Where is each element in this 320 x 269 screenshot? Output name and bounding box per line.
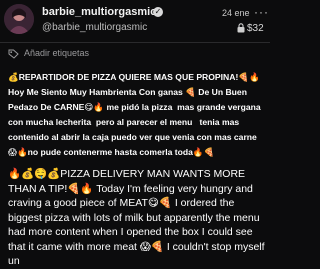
verified-badge-icon: ✓ <box>153 7 163 17</box>
lock-icon <box>237 23 245 33</box>
post-caption-english: 🔥💰🤤💰PIZZA DELIVERY MAN WANTS MORE THAN A… <box>8 168 268 267</box>
add-tags-button[interactable]: Añadir etiquetas <box>8 46 158 62</box>
add-tags-label: Añadir etiquetas <box>24 48 90 58</box>
more-horizontal-icon[interactable]: ··· <box>254 6 269 18</box>
tag-icon <box>8 49 19 59</box>
post-date: 24 ene <box>222 8 250 18</box>
avatar[interactable] <box>4 4 34 34</box>
post-price: $32 <box>247 23 264 34</box>
divider <box>0 42 270 43</box>
post-caption-spanish: 💰REPARTIDOR DE PIZZA QUIERE MAS QUE PROP… <box>8 72 261 157</box>
username[interactable]: barbie_multiorgasmic <box>42 6 156 18</box>
post-header: barbie_multiorgasmic ✓ @barbie_multiorga… <box>0 0 270 40</box>
user-handle[interactable]: @barbie_multiorgasmic <box>42 22 147 33</box>
